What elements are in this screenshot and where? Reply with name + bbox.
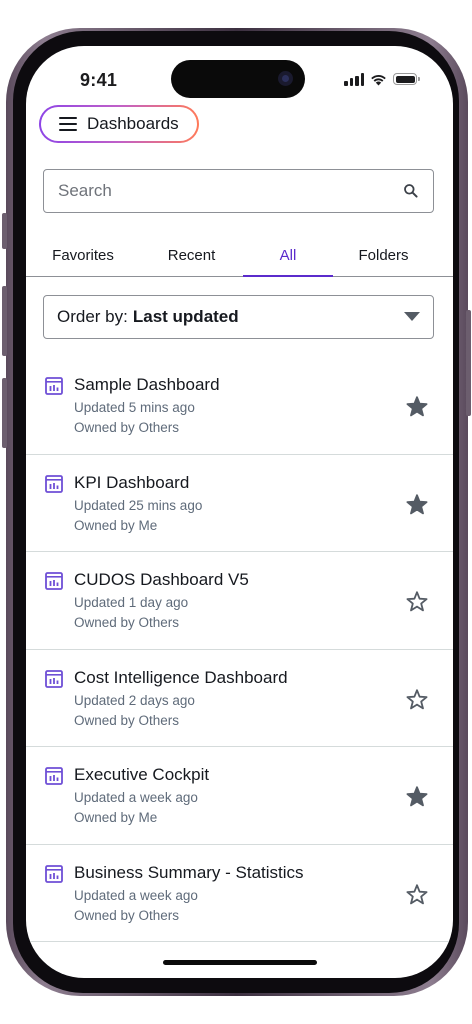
- dashboard-list-item[interactable]: CUDOS Dashboard V5 Updated 1 day ago Own…: [26, 552, 453, 650]
- dashboard-list-item[interactable]: Cost Intelligence Dashboard Updated 2 da…: [26, 650, 453, 747]
- dashboard-icon: [45, 377, 63, 395]
- side-button-volume-down: [2, 378, 7, 448]
- star-filled-icon[interactable]: [405, 395, 429, 419]
- hamburger-menu-icon: [59, 117, 77, 131]
- dashboard-owner: Owned by Me: [74, 810, 158, 825]
- star-outline-icon[interactable]: [405, 883, 429, 907]
- dashboard-title: Business Summary - Statistics: [74, 862, 304, 882]
- star-outline-icon[interactable]: [405, 688, 429, 712]
- dashboards-menu-button[interactable]: Dashboards: [39, 105, 199, 143]
- tab-folders-label: Folders: [358, 246, 409, 264]
- star-filled-icon[interactable]: [405, 785, 429, 809]
- star-outline-icon[interactable]: [405, 590, 429, 614]
- star-filled-icon[interactable]: [405, 493, 429, 517]
- search-bar: [43, 169, 434, 213]
- dashboard-list-item[interactable]: Sample Dashboard Updated 5 mins ago Owne…: [26, 357, 453, 455]
- wifi-icon: [371, 74, 386, 85]
- dashboard-owner: Owned by Others: [74, 420, 180, 435]
- tab-all-label: All: [279, 246, 297, 264]
- side-button-power: [466, 310, 471, 416]
- search-icon[interactable]: [403, 183, 419, 199]
- dashboard-title: Sample Dashboard: [74, 375, 220, 394]
- tab-all[interactable]: All: [243, 234, 333, 277]
- tab-recent-label: Recent: [167, 246, 216, 264]
- dashboard-list-item[interactable]: Executive Cockpit Updated a week ago Own…: [26, 747, 453, 845]
- dashboard-icon: [45, 474, 63, 493]
- signal-icon: [344, 73, 364, 86]
- tab-favorites-label: Favorites: [52, 246, 114, 264]
- dashboard-icon: [45, 669, 63, 688]
- dashboard-icon: [45, 767, 63, 785]
- battery-icon: [393, 73, 420, 85]
- dashboard-list-item[interactable]: KPI Dashboard Updated 25 mins ago Owned …: [26, 455, 453, 552]
- tab-recent[interactable]: Recent: [140, 234, 243, 276]
- tab-bar: Favorites Recent All Folders: [26, 234, 453, 277]
- status-time: 9:41: [80, 70, 118, 90]
- side-button-volume-up: [2, 286, 7, 356]
- dashboard-title: Executive Cockpit: [74, 765, 210, 784]
- dashboard-owner: Owned by Others: [74, 615, 180, 630]
- dashboard-title: Cost Intelligence Dashboard: [74, 667, 288, 687]
- home-indicator[interactable]: [163, 960, 317, 965]
- dashboard-owner: Owned by Me: [74, 517, 158, 533]
- dashboard-icon: [45, 572, 63, 590]
- dashboard-list: Sample Dashboard Updated 5 mins ago Owne…: [26, 357, 453, 942]
- camera-icon: [278, 71, 293, 86]
- dashboard-updated: Updated 1 day ago: [74, 595, 189, 610]
- dashboards-menu-label: Dashboards: [87, 114, 179, 133]
- dashboard-updated: Updated 5 mins ago: [74, 400, 195, 415]
- dynamic-island: [171, 60, 305, 98]
- dashboard-updated: Updated 2 days ago: [74, 692, 195, 708]
- dashboard-updated: Updated a week ago: [74, 790, 198, 805]
- screen: 9:41 Dashboards Favorites Recent: [26, 46, 453, 978]
- tab-favorites[interactable]: Favorites: [26, 234, 140, 276]
- dashboard-updated: Updated 25 mins ago: [74, 497, 203, 513]
- side-button-action: [2, 213, 7, 249]
- status-bar: 9:41: [26, 46, 453, 104]
- dashboard-icon: [45, 864, 63, 883]
- dashboard-owner: Owned by Others: [74, 907, 180, 923]
- order-by-label: Order by:: [57, 307, 128, 326]
- status-icons: [344, 72, 420, 86]
- search-input[interactable]: [56, 180, 403, 202]
- dashboard-title: CUDOS Dashboard V5: [74, 570, 249, 589]
- caret-down-icon: [404, 312, 420, 321]
- order-by-select[interactable]: Order by: Last updated: [43, 295, 434, 339]
- tab-folders[interactable]: Folders: [333, 234, 434, 276]
- dashboard-list-item[interactable]: Business Summary - Statistics Updated a …: [26, 845, 453, 942]
- dashboard-updated: Updated a week ago: [74, 887, 198, 903]
- dashboard-owner: Owned by Others: [74, 712, 180, 728]
- dashboard-title: KPI Dashboard: [74, 472, 190, 492]
- order-by-value: Last updated: [132, 307, 239, 326]
